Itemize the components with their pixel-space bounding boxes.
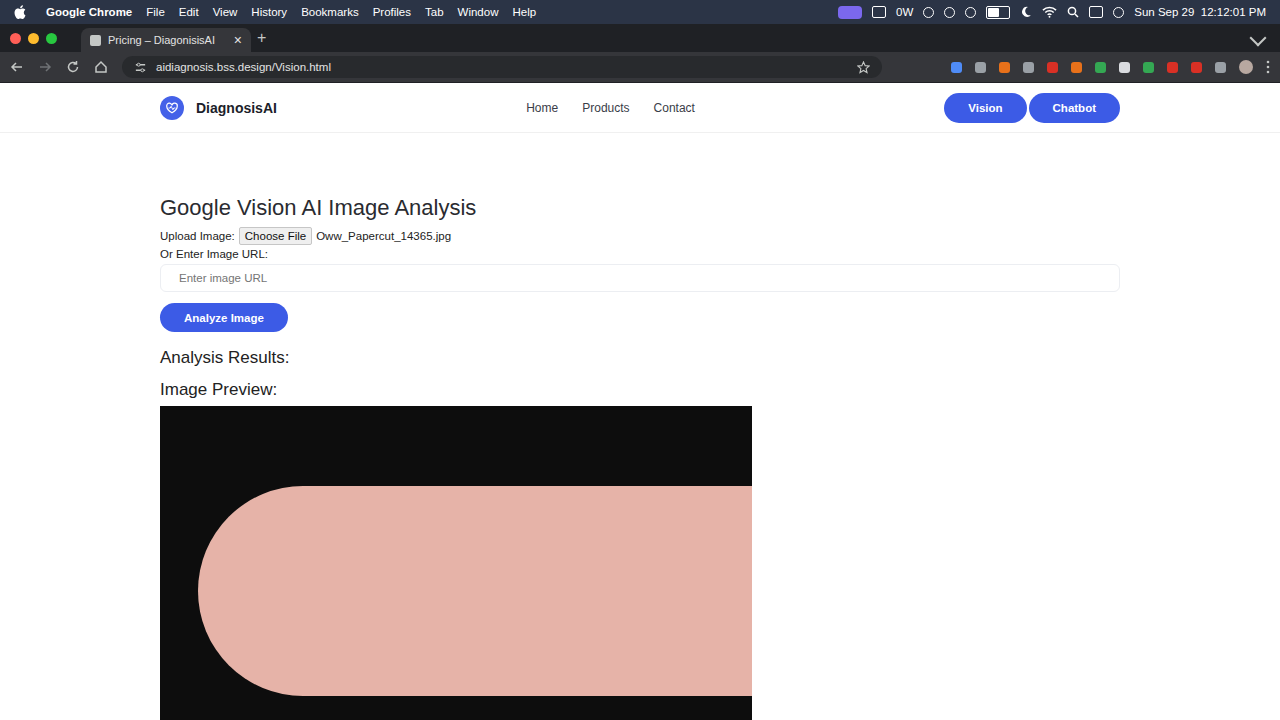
extension-icon[interactable] xyxy=(1191,62,1202,73)
new-tab-button[interactable]: + xyxy=(257,29,266,47)
extension-icon[interactable] xyxy=(1071,62,1082,73)
back-icon[interactable] xyxy=(10,60,24,74)
screen: Google Chrome File Edit View History Bookmar… xyxy=(0,0,1280,720)
web-page: DiagnosisAI HomeProductsContact VisionCh… xyxy=(0,83,1280,720)
extension-icon[interactable] xyxy=(1095,62,1106,73)
menu-item[interactable]: View xyxy=(213,6,238,18)
minimize-window-button[interactable] xyxy=(28,33,39,44)
site-nav: Home Products Contact xyxy=(526,101,695,115)
chrome-menu-icon[interactable] xyxy=(1266,60,1270,74)
extension-icon[interactable] xyxy=(1215,62,1226,73)
image-url-input[interactable]: Enter image URL xyxy=(160,264,1120,292)
logo[interactable]: DiagnosisAI xyxy=(160,96,277,120)
wifi-icon[interactable] xyxy=(1042,6,1057,18)
nav-button[interactable]: Chatbot xyxy=(1029,93,1120,123)
url-text: aidiagnosis.bss.design/Vision.html xyxy=(156,61,331,73)
results-heading: Analysis Results: xyxy=(160,348,1120,368)
image-preview xyxy=(160,406,752,720)
nav-button[interactable]: Vision xyxy=(944,93,1026,123)
tab-search-icon[interactable] xyxy=(1250,30,1267,47)
page-title: Google Vision AI Image Analysis xyxy=(160,195,1120,221)
close-window-button[interactable] xyxy=(10,33,21,44)
extension-icon[interactable] xyxy=(951,62,962,73)
menu-item[interactable]: Tab xyxy=(425,6,444,18)
site-info-icon[interactable] xyxy=(134,61,147,74)
extension-icon[interactable] xyxy=(999,62,1010,73)
reload-icon[interactable] xyxy=(66,60,80,74)
menu-item[interactable]: Bookmarks xyxy=(301,6,359,18)
moon-icon[interactable] xyxy=(1020,6,1032,18)
tab-strip: Pricing – DiagonisisAI × + xyxy=(0,24,1280,52)
address-bar[interactable]: aidiagnosis.bss.design/Vision.html xyxy=(122,56,882,78)
menu-item[interactable]: Edit xyxy=(179,6,199,18)
extension-icon[interactable] xyxy=(1167,62,1178,73)
forward-icon[interactable] xyxy=(38,60,52,74)
clock: Sun Sep 29 12:12:01 PM xyxy=(1134,6,1266,18)
siri-icon[interactable] xyxy=(1113,7,1124,18)
power-reading: 0W xyxy=(896,6,913,18)
menu-item[interactable]: File xyxy=(146,6,165,18)
browser-tab[interactable]: Pricing – DiagonisisAI × xyxy=(81,28,251,52)
status-icon[interactable] xyxy=(944,7,955,18)
control-center-icon[interactable] xyxy=(1089,6,1103,18)
choose-file-button[interactable]: Choose File xyxy=(239,227,312,245)
favicon-icon xyxy=(90,35,101,46)
toolbar: aidiagnosis.bss.design/Vision.html xyxy=(0,52,1280,83)
preview-heading: Image Preview: xyxy=(160,380,1120,400)
search-icon[interactable] xyxy=(1067,6,1079,18)
battery-icon[interactable] xyxy=(986,6,1010,19)
status-icon[interactable] xyxy=(923,7,934,18)
status-icon[interactable] xyxy=(965,7,976,18)
menu-item[interactable]: Window xyxy=(458,6,499,18)
display-icon[interactable] xyxy=(872,6,886,18)
extension-icon[interactable] xyxy=(1143,62,1154,73)
nav-link[interactable]: Home xyxy=(526,101,558,115)
upload-label: Upload Image: xyxy=(160,230,235,242)
nav-link[interactable]: Products xyxy=(582,101,629,115)
profile-avatar-icon[interactable] xyxy=(1239,60,1253,74)
extension-icon[interactable] xyxy=(1047,62,1058,73)
app-menu[interactable]: Google Chrome xyxy=(46,6,132,18)
analysis-section: Google Vision AI Image Analysis Upload I… xyxy=(160,133,1120,720)
extension-icon[interactable] xyxy=(1023,62,1034,73)
site-header: DiagnosisAI Home Products Contact VisionCh… xyxy=(0,83,1280,133)
analyze-button[interactable]: Analyze Image xyxy=(160,303,288,332)
logo-icon xyxy=(160,96,184,120)
nav-link[interactable]: Contact xyxy=(654,101,695,115)
screen-share-icon[interactable] xyxy=(838,6,862,19)
menu-bar: Google Chrome File Edit View History Bookmar… xyxy=(0,0,1280,24)
menu-item[interactable]: Help xyxy=(512,6,536,18)
apple-icon[interactable] xyxy=(14,5,26,19)
menu-item[interactable]: History xyxy=(251,6,287,18)
url-label: Or Enter Image URL: xyxy=(160,248,1120,260)
menu-item[interactable]: Profiles xyxy=(373,6,411,18)
zoom-window-button[interactable] xyxy=(46,33,57,44)
upload-row: Upload Image: Choose File Oww_Papercut_1… xyxy=(160,227,1120,245)
close-tab-button[interactable]: × xyxy=(234,32,242,48)
extension-icon[interactable] xyxy=(975,62,986,73)
file-name: Oww_Papercut_14365.jpg xyxy=(316,230,451,242)
bookmark-star-icon[interactable] xyxy=(857,61,870,74)
extension-icon[interactable] xyxy=(1119,62,1130,73)
home-icon[interactable] xyxy=(94,60,108,74)
